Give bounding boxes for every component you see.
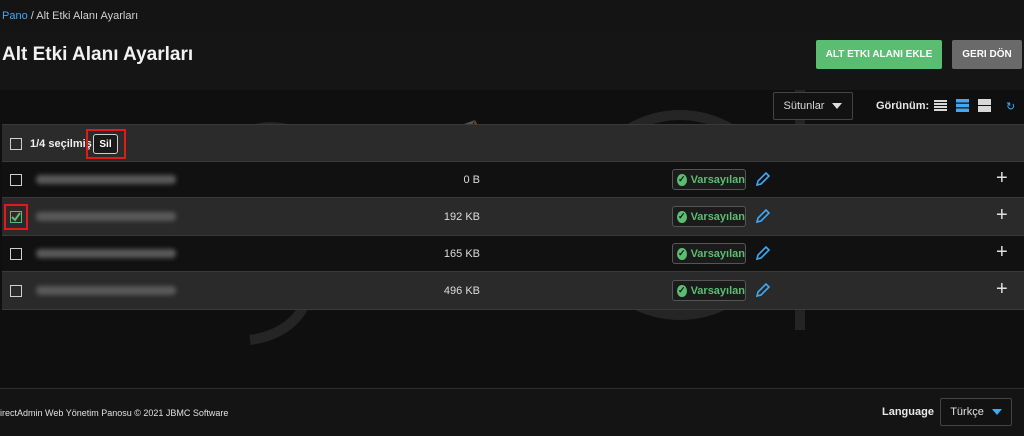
pencil-icon[interactable]	[754, 281, 772, 299]
breadcrumb-current: Alt Etki Alanı Ayarları	[36, 10, 139, 22]
back-button[interactable]: GERI DÖN	[952, 40, 1022, 69]
plus-icon[interactable]: +	[996, 168, 1008, 188]
language-label: Language	[882, 406, 934, 418]
view-label: Görünüm:	[876, 100, 930, 112]
caret-down-icon	[832, 103, 843, 109]
breadcrumb-separator: /	[27, 10, 37, 22]
status-text: Varsayılan	[690, 284, 745, 297]
plus-icon[interactable]: +	[996, 279, 1008, 299]
list-comfortable-icon[interactable]	[956, 99, 969, 112]
status-badge: ✓ Varsayılan	[672, 206, 746, 227]
copyright-text: irectAdmin Web Yönetim Panosu © 2021 JBM…	[0, 408, 229, 418]
check-circle-icon: ✓	[677, 247, 687, 260]
row-checkbox[interactable]	[10, 285, 22, 297]
top-bar: Pano / Alt Etki Alanı Ayarları	[0, 0, 1024, 32]
language-value: Türkçe	[950, 406, 984, 418]
domain-name-redacted[interactable]	[36, 175, 176, 184]
caret-down-icon	[991, 409, 1002, 415]
status-text: Varsayılan	[690, 247, 745, 260]
list-compact-icon[interactable]	[934, 99, 947, 112]
table-row: 0 B ✓ Varsayılan +	[2, 162, 1024, 198]
language-select[interactable]: Türkçe	[940, 398, 1012, 426]
domain-name-redacted[interactable]	[36, 249, 176, 258]
check-circle-icon: ✓	[677, 210, 687, 223]
refresh-icon[interactable]: ↻	[1006, 100, 1015, 113]
page-title: Alt Etki Alanı Ayarları	[2, 44, 194, 65]
domain-name-redacted[interactable]	[36, 286, 176, 295]
columns-dropdown[interactable]: Sütunlar	[773, 92, 853, 120]
breadcrumb: Pano / Alt Etki Alanı Ayarları	[2, 10, 138, 22]
row-checkbox[interactable]	[10, 248, 22, 260]
row-size: 496 KB	[443, 285, 480, 297]
pencil-icon[interactable]	[754, 170, 772, 188]
selection-count: 1/4 seçilmiş	[30, 138, 92, 150]
row-size: 0 B	[463, 174, 480, 186]
highlight-box	[4, 204, 28, 230]
pencil-icon[interactable]	[754, 244, 772, 262]
table-row: 192 KB ✓ Varsayılan +	[2, 198, 1024, 236]
table-header-row: 1/4 seçilmiş Sil	[2, 124, 1024, 162]
status-badge: ✓ Varsayılan	[672, 280, 746, 301]
status-text: Varsayılan	[690, 173, 745, 186]
table-row: 496 KB ✓ Varsayılan +	[2, 272, 1024, 310]
plus-icon[interactable]: +	[996, 205, 1008, 225]
table-row: 165 KB ✓ Varsayılan +	[2, 236, 1024, 272]
list-spacious-icon[interactable]	[978, 99, 991, 112]
columns-label: Sütunlar	[783, 100, 825, 112]
status-text: Varsayılan	[690, 210, 745, 223]
plus-icon[interactable]: +	[996, 242, 1008, 262]
pencil-icon[interactable]	[754, 207, 772, 225]
status-badge: ✓ Varsayılan	[672, 243, 746, 264]
select-all-checkbox[interactable]	[10, 138, 22, 150]
breadcrumb-home-link[interactable]: Pano	[2, 10, 28, 22]
check-circle-icon: ✓	[677, 284, 687, 297]
domain-name-redacted[interactable]	[36, 212, 176, 221]
check-circle-icon: ✓	[677, 173, 687, 186]
row-checkbox[interactable]	[10, 174, 22, 186]
row-size: 192 KB	[443, 211, 480, 223]
highlight-box	[86, 129, 126, 159]
add-subdomain-button[interactable]: ALT ETKI ALANI EKLE	[816, 40, 942, 69]
row-size: 165 KB	[443, 248, 480, 260]
status-badge: ✓ Varsayılan	[672, 169, 746, 190]
